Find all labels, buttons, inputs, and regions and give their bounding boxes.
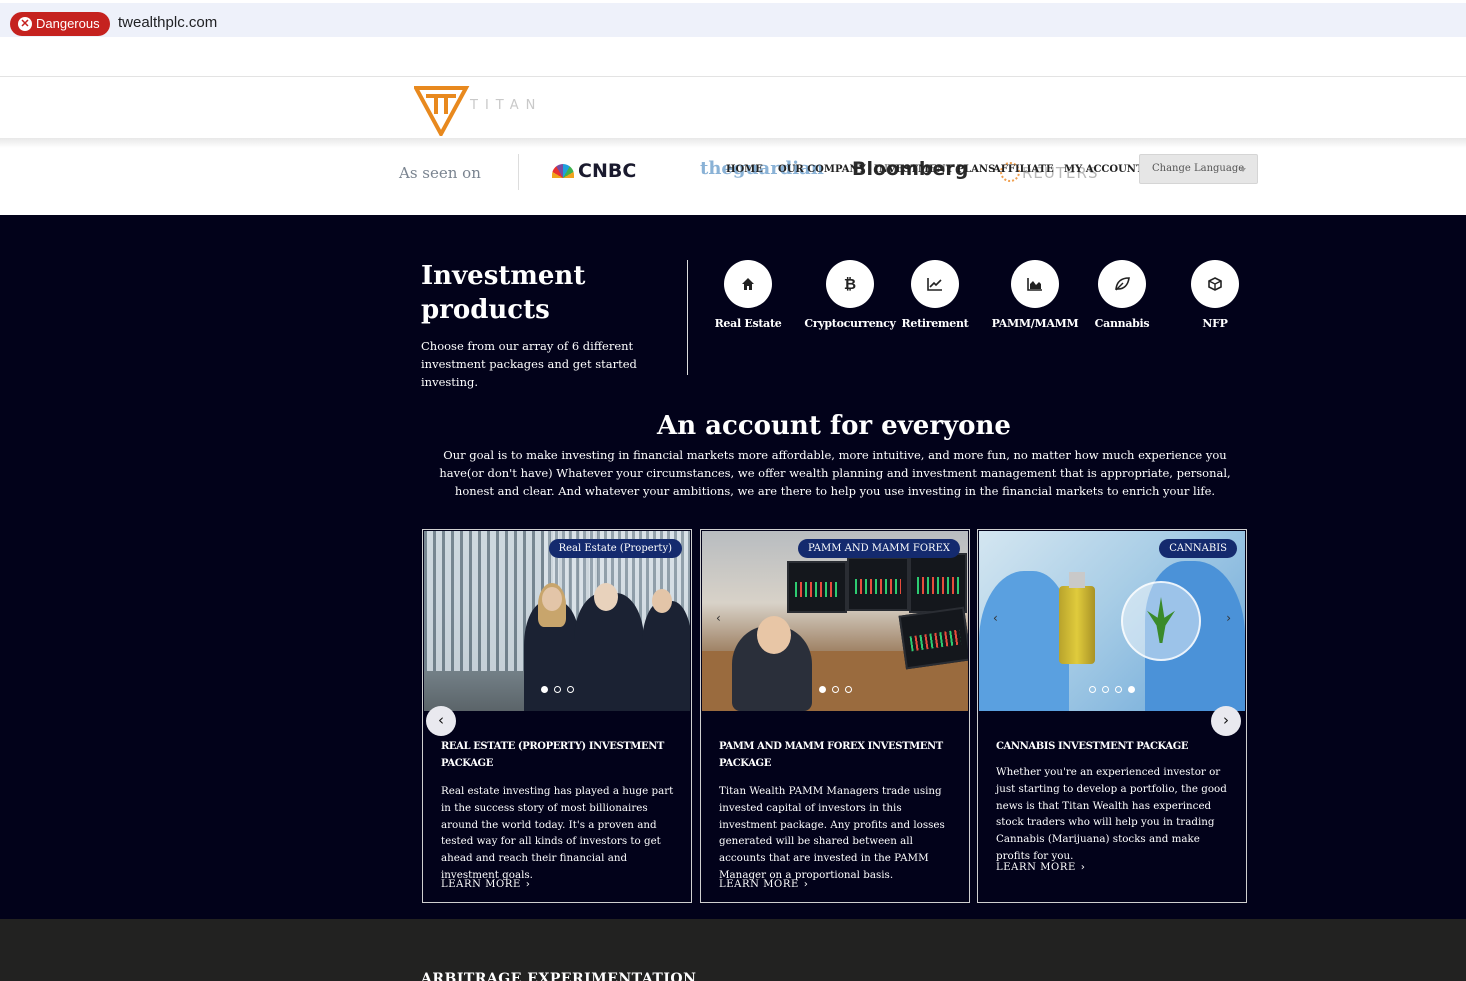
nav-our-company[interactable]: OUR COMPANY bbox=[778, 164, 866, 175]
carousel-prev-button[interactable]: ‹ bbox=[426, 706, 456, 736]
card-title: REAL ESTATE (PROPERTY) INVESTMENT PACKAG… bbox=[441, 741, 664, 769]
url-text[interactable]: twealthplc.com bbox=[118, 12, 217, 34]
package-card-pamm: PAMM AND MAMM FOREX ‹ PAMM AND MAMM FORE… bbox=[700, 529, 970, 903]
carousel-dots[interactable] bbox=[979, 678, 1245, 697]
chart-line-icon bbox=[911, 260, 959, 308]
product-label: Real Estate bbox=[714, 317, 782, 330]
chevron-left-icon[interactable]: ‹ bbox=[716, 611, 721, 625]
logo-wordmark: TITAN bbox=[470, 98, 543, 113]
learn-more-link[interactable]: LEARN MORE › bbox=[996, 862, 1086, 873]
pamm-trader-image: PAMM AND MAMM FOREX ‹ bbox=[702, 531, 968, 711]
chevron-right-icon: › bbox=[525, 879, 531, 890]
browser-spacer bbox=[0, 40, 1466, 77]
header-shadow bbox=[0, 138, 1466, 148]
as-seen-on-label: As seen on bbox=[399, 164, 481, 182]
area-chart-icon bbox=[1011, 260, 1059, 308]
learn-more-link[interactable]: LEARN MORE › bbox=[441, 879, 531, 890]
carousel-next-button[interactable]: › bbox=[1211, 706, 1241, 736]
arbitrage-section: ARBITRAGE EXPERIMENTATION bbox=[0, 919, 1466, 981]
products-title: Investment products bbox=[421, 261, 586, 325]
language-select[interactable]: Change Language bbox=[1139, 154, 1258, 184]
products-description: Choose from our array of 6 different inv… bbox=[421, 339, 637, 389]
card-title: CANNABIS INVESTMENT PACKAGE bbox=[996, 741, 1189, 752]
real-estate-image: Real Estate (Property) bbox=[424, 531, 690, 711]
package-card-real-estate: Real Estate (Property) REAL ESTATE (PROP… bbox=[422, 529, 692, 903]
divider bbox=[518, 154, 519, 190]
card-title: PAMM AND MAMM FOREX INVESTMENT PACKAGE bbox=[719, 741, 943, 769]
address-field[interactable]: ✕ Dangerous twealthplc.com bbox=[0, 3, 1466, 37]
nav-investment-plans[interactable]: INVESTMENT PLANS bbox=[874, 164, 995, 175]
cannabis-image: CANNABIS ‹ › bbox=[979, 531, 1245, 711]
package-card-cannabis: CANNABIS ‹ › CANNABIS INVESTMENT PACKAGE… bbox=[977, 529, 1247, 903]
account-description: Our goal is to make investing in financi… bbox=[439, 448, 1231, 498]
product-label: NFP bbox=[1202, 317, 1228, 330]
nav-affiliate[interactable]: AFFILIATE bbox=[993, 164, 1054, 175]
chevron-right-icon: › bbox=[1080, 862, 1086, 873]
site-header: TITAN bbox=[0, 78, 1466, 138]
bitcoin-icon: ₿ bbox=[826, 260, 874, 308]
category-badge: CANNABIS bbox=[1159, 539, 1237, 558]
peacock-icon bbox=[552, 164, 574, 178]
home-icon bbox=[724, 260, 772, 308]
chevron-down-icon bbox=[1240, 168, 1246, 172]
category-badge: Real Estate (Property) bbox=[548, 539, 682, 558]
chevron-right-icon: › bbox=[1223, 711, 1229, 729]
leaf-icon bbox=[1098, 260, 1146, 308]
product-real-estate[interactable]: Real Estate bbox=[693, 260, 803, 330]
nav-my-account[interactable]: MY ACCOUNT bbox=[1064, 164, 1143, 175]
nav-home[interactable]: HOME bbox=[726, 164, 763, 175]
card-body: Titan Wealth PAMM Managers trade using i… bbox=[719, 785, 945, 881]
account-title: An account for everyone bbox=[657, 411, 1011, 441]
chevron-left-icon: ‹ bbox=[438, 711, 444, 729]
chevron-right-icon[interactable]: › bbox=[1226, 611, 1231, 625]
danger-label: Dangerous bbox=[36, 16, 100, 31]
as-seen-on-strip: As seen on CNBC theguardian Bloomberg RE… bbox=[0, 148, 1466, 215]
browser-address-bar: ✕ Dangerous twealthplc.com bbox=[0, 0, 1466, 40]
cube-icon bbox=[1191, 260, 1239, 308]
security-warning-chip[interactable]: ✕ Dangerous bbox=[10, 12, 110, 36]
warning-icon: ✕ bbox=[18, 17, 32, 31]
product-nfp[interactable]: NFP bbox=[1160, 260, 1270, 330]
chevron-right-icon: › bbox=[803, 879, 809, 890]
product-retirement[interactable]: Retirement bbox=[880, 260, 990, 330]
carousel-dots[interactable] bbox=[702, 678, 968, 697]
learn-more-link[interactable]: LEARN MORE › bbox=[719, 879, 809, 890]
investment-section: Investment products Choose from our arra… bbox=[0, 215, 1466, 919]
brand-cnbc: CNBC bbox=[552, 160, 636, 182]
language-select-value: Change Language bbox=[1152, 163, 1245, 174]
carousel-dots[interactable] bbox=[424, 678, 690, 697]
chevron-left-icon[interactable]: ‹ bbox=[993, 611, 998, 625]
card-body: Real estate investing has played a huge … bbox=[441, 785, 674, 881]
card-body: Whether you're an experienced investor o… bbox=[996, 766, 1227, 862]
arbitrage-title: ARBITRAGE EXPERIMENTATION bbox=[421, 971, 697, 981]
category-badge: PAMM AND MAMM FOREX bbox=[797, 539, 960, 558]
divider bbox=[687, 260, 688, 375]
product-label: Retirement bbox=[901, 317, 969, 330]
